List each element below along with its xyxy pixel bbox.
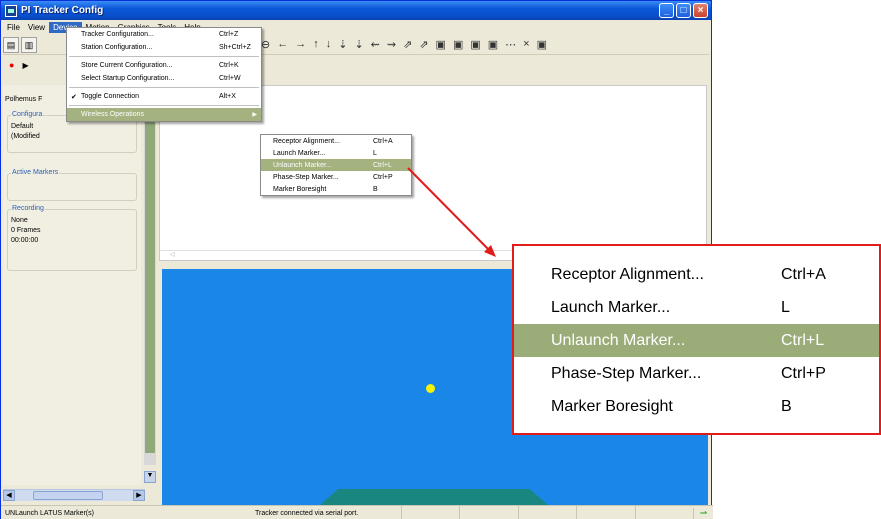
menu-view[interactable]: View [24, 22, 49, 33]
menu-item-select-startup[interactable]: Select Startup Configuration... Ctrl+W [67, 72, 261, 85]
device-menu: Tracker Configuration... Ctrl+Z Station … [66, 27, 262, 122]
menu-item-launch-marker[interactable]: Launch Marker... L [261, 147, 411, 159]
frame-icon[interactable]: ▣ [537, 38, 547, 51]
zoom-item-launch-marker: Launch Marker... L [551, 298, 790, 316]
move-up-icon[interactable]: ↑ [313, 38, 319, 51]
menu-separator [69, 105, 259, 106]
move-left-icon[interactable]: ← [277, 38, 288, 51]
menu-item-station-configuration[interactable]: Station Configuration... Sh+Ctrl+Z [67, 41, 261, 54]
rotate-left-icon[interactable]: ⇜ [371, 38, 380, 51]
scroll-down-icon[interactable]: ▼ [144, 471, 156, 483]
menu-item-phase-step-marker[interactable]: Phase-Step Marker... Ctrl+P [261, 171, 411, 183]
configuration-label: Configura [11, 111, 44, 118]
menu-file[interactable]: File [3, 22, 24, 33]
view-top-icon[interactable]: ▣ [470, 38, 480, 51]
submenu-arrow-icon: ▶ [252, 112, 257, 118]
rotate-right-icon[interactable]: ⇝ [387, 38, 396, 51]
record-icon[interactable]: ● [9, 60, 14, 70]
menu-separator [69, 87, 259, 88]
recording-name: None [11, 217, 28, 224]
maximize-button[interactable]: □ [676, 3, 691, 18]
close-button[interactable]: × [693, 3, 708, 18]
play-icon[interactable]: ▶ [22, 61, 28, 70]
minimize-button[interactable]: _ [659, 3, 674, 18]
window-title: PI Tracker Config [21, 5, 104, 16]
view-toolbar-glyphs: ⊖ ← → ↑ ↓ ⇣ ⇣ ⇜ ⇝ ⇗ ⇗ ▣ ▣ ▣ ▣ ⋯ × ▣ [261, 38, 547, 51]
menu-separator [69, 56, 259, 57]
menu-item-store-configuration[interactable]: Store Current Configuration... Ctrl+K [67, 59, 261, 72]
scrollbar-thumb[interactable] [33, 491, 103, 500]
save-file-icon[interactable]: ▥ [21, 36, 37, 53]
move-z-icon[interactable]: ⇣ [338, 38, 347, 51]
close-view-icon[interactable]: × [523, 38, 529, 51]
app-icon [5, 4, 17, 17]
open-file-icon[interactable]: ▤ [3, 36, 19, 53]
view-front-icon[interactable]: ▣ [436, 38, 446, 51]
scroll-left-icon[interactable]: ◀ [3, 490, 15, 501]
tilt2-icon[interactable]: ⇗ [419, 38, 428, 51]
configuration-state: (Modified [11, 133, 40, 140]
menu-item-wireless-operations[interactable]: Wireless Operations ▶ [67, 108, 261, 121]
check-icon: ✔ [71, 93, 77, 101]
zoom-item-unlaunch-marker: Unlaunch Marker... Ctrl+L [514, 324, 879, 357]
title-bar[interactable]: PI Tracker Config _ □ × [1, 1, 711, 20]
horizontal-scrollbar[interactable]: ◀ ▶ [3, 489, 145, 501]
wireless-operations-submenu: Receptor Alignment... Ctrl+A Launch Mark… [260, 134, 412, 196]
menu-item-unlaunch-marker[interactable]: Unlaunch Marker... Ctrl+L [261, 159, 411, 171]
recording-group: Recording None 0 Frames 00:00:00 [7, 205, 137, 271]
status-message: UNLaunch LATUS Marker(s) [5, 509, 94, 517]
move-right-icon[interactable]: → [295, 38, 306, 51]
status-bar: UNLaunch LATUS Marker(s) Tracker connect… [1, 505, 713, 519]
view-side-icon[interactable]: ▣ [453, 38, 463, 51]
active-markers-group: Active Markers [7, 169, 137, 201]
panel-splitter[interactable] [144, 85, 156, 465]
recording-label: Recording [11, 205, 45, 212]
zoom-item-marker-boresight: Marker Boresight B [551, 397, 792, 415]
move-down-icon[interactable]: ↓ [326, 38, 332, 51]
active-markers-label: Active Markers [11, 169, 60, 176]
left-panel: Polhemus F Configura Default (Modified A… [3, 85, 141, 485]
menu-item-receptor-alignment[interactable]: Receptor Alignment... Ctrl+A [261, 135, 411, 147]
tilt-icon[interactable]: ⇗ [403, 38, 412, 51]
menu-item-toggle-connection[interactable]: ✔ Toggle Connection Alt+X [67, 90, 261, 103]
zoom-out-icon[interactable]: ⊖ [261, 38, 270, 51]
recording-time: 00:00:00 [11, 237, 39, 244]
menu-item-marker-boresight[interactable]: Marker Boresight B [261, 183, 411, 195]
panel-title: Polhemus F [5, 96, 43, 103]
zoomed-submenu-callout: Receptor Alignment... Ctrl+A Launch Mark… [512, 244, 881, 435]
connection-status: Tracker connected via serial port. [255, 509, 359, 517]
record-toolbar: ● ▶ [3, 56, 29, 74]
floor-plane [320, 489, 548, 505]
connection-icon: ⇀ [693, 507, 713, 519]
zoom-item-receptor-alignment: Receptor Alignment... Ctrl+A [551, 265, 826, 283]
dotted-line-icon[interactable]: ⋯ [505, 38, 516, 51]
configuration-name: Default [11, 123, 34, 130]
view-iso-icon[interactable]: ▣ [488, 38, 498, 51]
menu-item-tracker-configuration[interactable]: Tracker Configuration... Ctrl+Z [67, 28, 261, 41]
recording-frames: 0 Frames [11, 227, 41, 234]
zoom-item-phase-step-marker: Phase-Step Marker... Ctrl+P [551, 364, 826, 382]
move-z2-icon[interactable]: ⇣ [354, 38, 363, 51]
marker-dot [426, 384, 435, 393]
scroll-right-icon[interactable]: ▶ [133, 490, 145, 501]
